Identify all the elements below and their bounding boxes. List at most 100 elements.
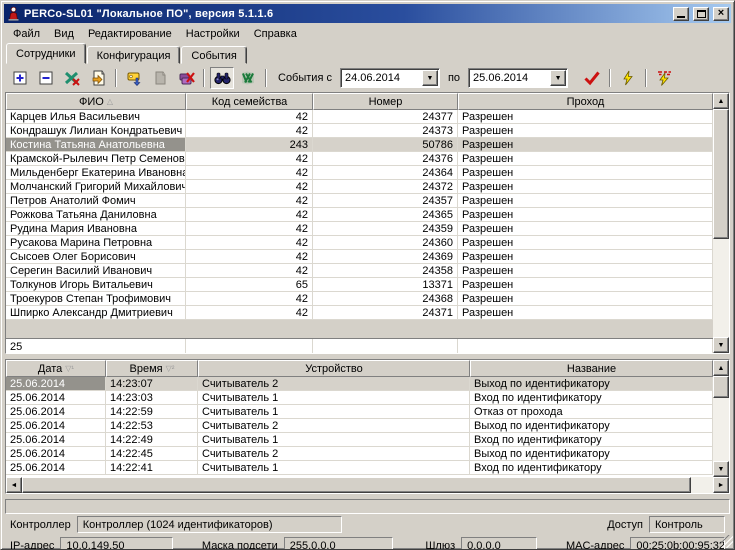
save-changes-button[interactable]	[86, 67, 110, 89]
table-row[interactable]: Толкунов Игорь Витальевич6513371Разрешен	[6, 278, 713, 292]
add-employee-button[interactable]	[8, 67, 32, 89]
table-cell[interactable]: 14:22:53	[106, 419, 198, 433]
table-cell[interactable]: 24377	[313, 110, 458, 124]
table-cell[interactable]: Вход по идентификатору	[470, 461, 713, 475]
table-cell[interactable]: Выход по идентификатору	[470, 377, 713, 391]
scrollbar-track[interactable]	[691, 477, 713, 493]
table-cell[interactable]: Считыватель 1	[198, 461, 470, 475]
table-cell[interactable]: 42	[186, 124, 313, 138]
table-row[interactable]: 25.06.201414:23:03Считыватель 1Вход по и…	[6, 391, 713, 405]
table-cell[interactable]: Отказ от прохода	[470, 405, 713, 419]
table-cell[interactable]: Разрешен	[458, 180, 713, 194]
table-row[interactable]: Карцев Илья Васильевич4224377Разрешен	[6, 110, 713, 124]
table-row[interactable]: Рудина Мария Ивановна4224359Разрешен	[6, 222, 713, 236]
table-cell[interactable]: 42	[186, 110, 313, 124]
table-cell[interactable]: 24368	[313, 292, 458, 306]
table-cell[interactable]: Шпирко Александр Дмитриевич	[6, 306, 186, 320]
table-cell[interactable]: 25.06.2014	[6, 461, 106, 475]
table-cell[interactable]: 14:23:03	[106, 391, 198, 405]
table-row[interactable]: 25.06.201414:23:07Считыватель 2Выход по …	[6, 377, 713, 391]
table-cell[interactable]: 42	[186, 292, 313, 306]
date-to-value[interactable]: 25.06.2014	[469, 72, 550, 84]
table-cell[interactable]: 24369	[313, 250, 458, 264]
table-row[interactable]: 25.06.201414:22:59Считыватель 1Отказ от …	[6, 405, 713, 419]
cancel-changes-button[interactable]	[60, 67, 84, 89]
column-header[interactable]: Проход	[458, 93, 713, 110]
table-cell[interactable]: 42	[186, 264, 313, 278]
table-cell[interactable]: Выход по идентификатору	[470, 419, 713, 433]
table-cell[interactable]: 42	[186, 306, 313, 320]
table-cell[interactable]: Рудина Мария Ивановна	[6, 222, 186, 236]
column-header[interactable]: Время▽²	[106, 360, 198, 377]
table-cell[interactable]: Разрешен	[458, 292, 713, 306]
table-cell[interactable]: 25.06.2014	[6, 391, 106, 405]
blank-card-button[interactable]	[148, 67, 172, 89]
table-cell[interactable]: Троекуров Степан Трофимович	[6, 292, 186, 306]
table-cell[interactable]: 42	[186, 180, 313, 194]
table-row[interactable]: Крамской-Рылевич Петр Семенович4224376Ра…	[6, 152, 713, 166]
table-cell[interactable]: Крамской-Рылевич Петр Семенович	[6, 152, 186, 166]
column-header[interactable]: Код семейства	[186, 93, 313, 110]
table-cell[interactable]: Разрешен	[458, 278, 713, 292]
table-cell[interactable]: Выход по идентификатору	[470, 447, 713, 461]
table-cell[interactable]: Кондрашук Лилиан Кондратьевич	[6, 124, 186, 138]
table-cell[interactable]: 24365	[313, 208, 458, 222]
table-cell[interactable]: 24359	[313, 222, 458, 236]
scrollbar-left-button[interactable]: ◄	[6, 477, 22, 493]
column-header[interactable]: ФИО△	[6, 93, 186, 110]
table-cell[interactable]: 24360	[313, 236, 458, 250]
table-cell[interactable]: 24358	[313, 264, 458, 278]
stop-monitoring-button[interactable]	[652, 67, 676, 89]
table-cell[interactable]: 14:23:07	[106, 377, 198, 391]
table-cell[interactable]: Считыватель 2	[198, 377, 470, 391]
excel-export-button[interactable]	[236, 67, 260, 89]
menu-item-view[interactable]: Вид	[47, 26, 81, 42]
date-from-value[interactable]: 24.06.2014	[341, 72, 422, 84]
find-button[interactable]	[210, 67, 234, 89]
table-cell[interactable]: Разрешен	[458, 166, 713, 180]
table-cell[interactable]: 13371	[313, 278, 458, 292]
table-cell[interactable]: 25.06.2014	[6, 377, 106, 391]
scrollbar-thumb[interactable]	[713, 109, 729, 239]
table-row[interactable]: 25.06.201414:22:41Считыватель 1Вход по и…	[6, 461, 713, 475]
table-row[interactable]: Петров Анатолий Фомич4224357Разрешен	[6, 194, 713, 208]
apply-filter-button[interactable]	[580, 67, 604, 89]
table-cell[interactable]: 50786	[313, 138, 458, 152]
scrollbar-track[interactable]	[713, 239, 729, 337]
table-cell[interactable]: Разрешен	[458, 124, 713, 138]
scrollbar-thumb[interactable]	[713, 376, 729, 398]
remove-employee-button[interactable]	[34, 67, 58, 89]
table-cell[interactable]: Разрешен	[458, 208, 713, 222]
table-cell[interactable]: Считыватель 1	[198, 405, 470, 419]
menu-item-help[interactable]: Справка	[247, 26, 304, 42]
remove-card-button[interactable]	[174, 67, 198, 89]
table-cell[interactable]: Петров Анатолий Фомич	[6, 194, 186, 208]
date-to-combobox[interactable]: 25.06.2014 ▼	[468, 68, 568, 88]
table-cell[interactable]: Разрешен	[458, 222, 713, 236]
table-row[interactable]: Мильденберг Екатерина Ивановна4224364Раз…	[6, 166, 713, 180]
menu-item-file[interactable]: Файл	[6, 26, 47, 42]
table-cell[interactable]: Вход по идентификатору	[470, 391, 713, 405]
table-cell[interactable]: Костина Татьяна Анатольевна	[6, 138, 186, 152]
table-cell[interactable]: Русакова Марина Петровна	[6, 236, 186, 250]
table-cell[interactable]: Разрешен	[458, 306, 713, 320]
table-cell[interactable]: 24357	[313, 194, 458, 208]
table-cell[interactable]: 42	[186, 236, 313, 250]
transfer-card-button[interactable]	[122, 67, 146, 89]
close-button[interactable]: ×	[713, 7, 729, 21]
table-cell[interactable]: Считыватель 2	[198, 447, 470, 461]
table-row[interactable]: Серегин Василий Иванович4224358Разрешен	[6, 264, 713, 278]
table-cell[interactable]: Молчанский Григорий Михайлович	[6, 180, 186, 194]
table-cell[interactable]: 14:22:41	[106, 461, 198, 475]
column-header[interactable]: Название	[470, 360, 713, 377]
minimize-button[interactable]	[673, 7, 689, 21]
table-cell[interactable]: 14:22:59	[106, 405, 198, 419]
table-cell[interactable]: 25.06.2014	[6, 419, 106, 433]
table-cell[interactable]: Разрешен	[458, 250, 713, 264]
table-cell[interactable]: Разрешен	[458, 138, 713, 152]
scrollbar-up-button[interactable]: ▲	[713, 360, 729, 376]
menu-item-edit[interactable]: Редактирование	[81, 26, 179, 42]
table-cell[interactable]: 65	[186, 278, 313, 292]
date-from-combobox[interactable]: 24.06.2014 ▼	[340, 68, 440, 88]
table-cell[interactable]: 243	[186, 138, 313, 152]
